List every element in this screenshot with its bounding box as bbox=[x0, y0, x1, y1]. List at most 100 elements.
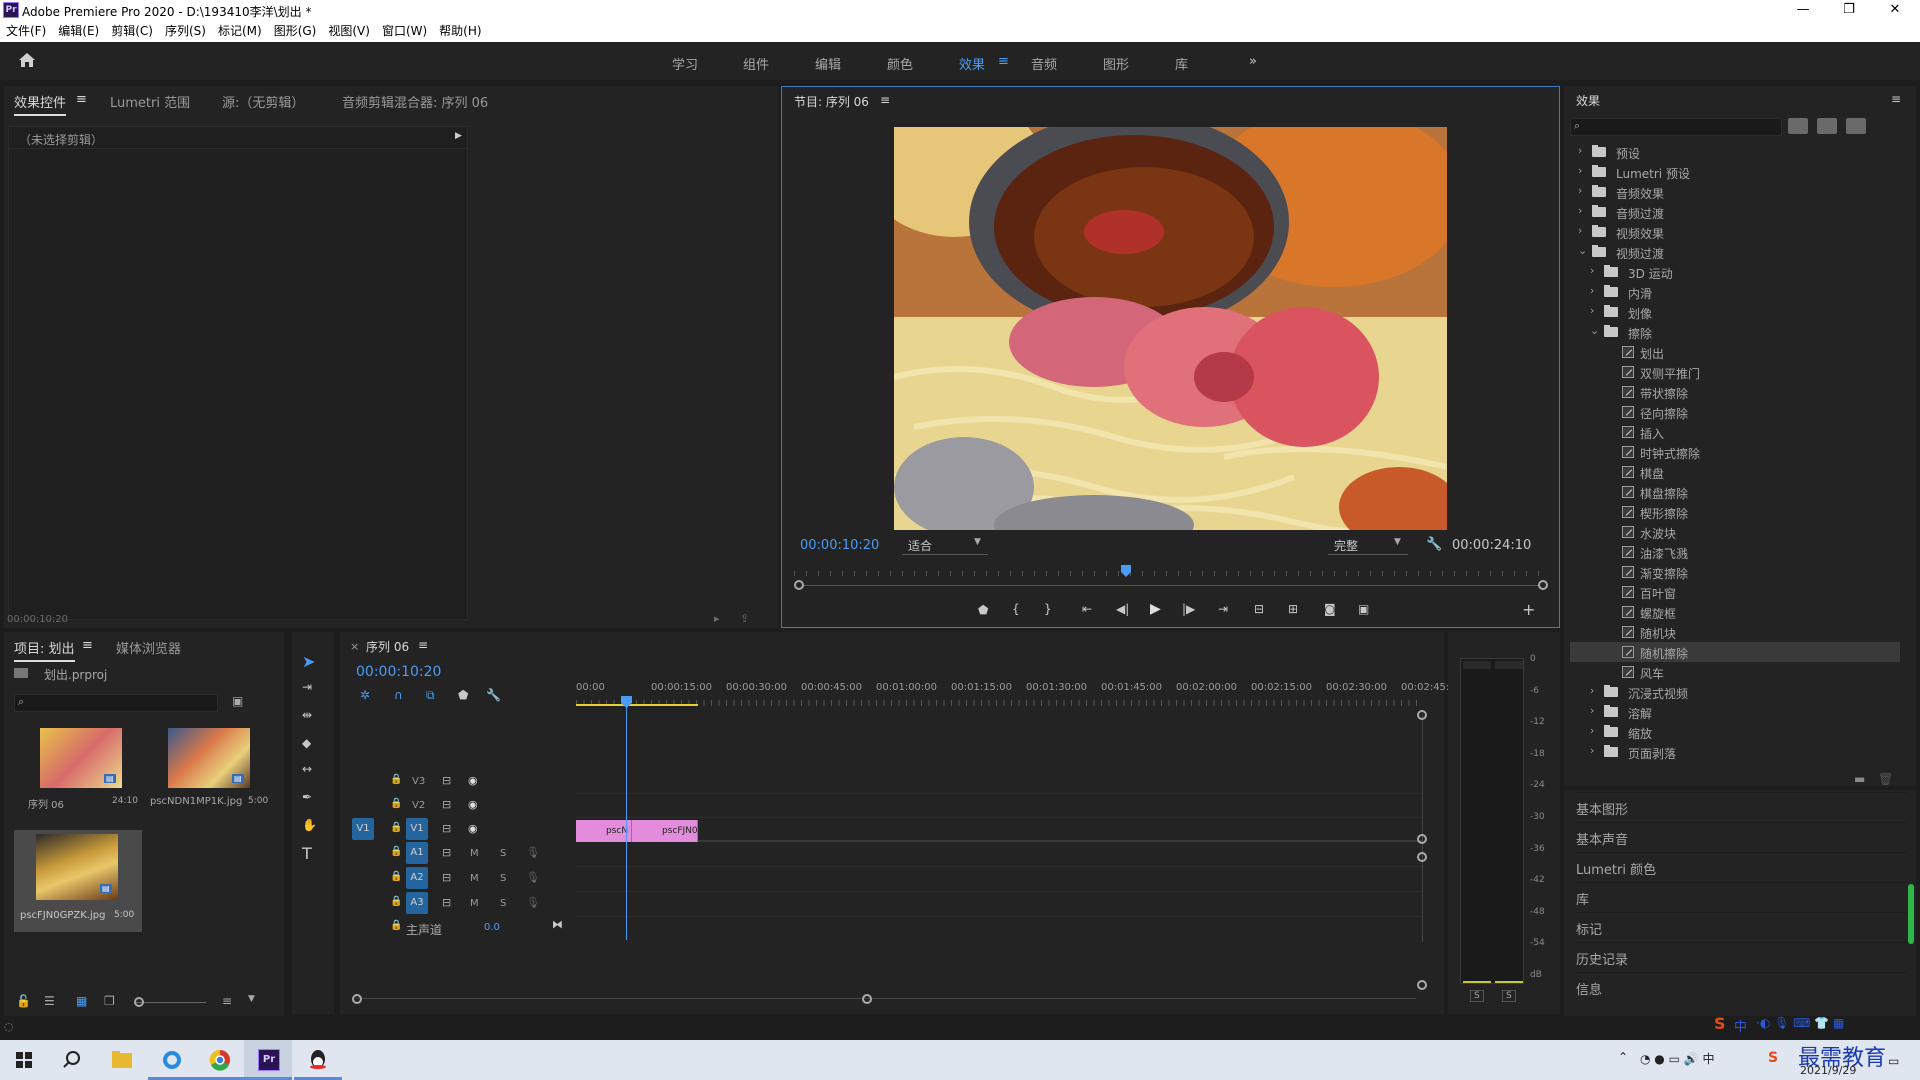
effect-item[interactable]: 带状擦除 bbox=[1570, 382, 1900, 402]
vertical-scrollbar[interactable] bbox=[1422, 714, 1423, 942]
timeline-menu-icon[interactable]: ≡ bbox=[418, 638, 428, 652]
button-editor-plus-icon[interactable]: + bbox=[1522, 600, 1535, 619]
32bit-effects-icon[interactable] bbox=[1817, 118, 1837, 134]
clip-2[interactable]: pscFJN0 bbox=[632, 820, 698, 842]
effect-folder[interactable]: › 3D 运动 bbox=[1570, 262, 1900, 282]
go-to-end-icon[interactable]: ⧓ bbox=[552, 918, 563, 931]
track-v2-label[interactable]: V2 bbox=[412, 800, 425, 811]
add-marker-icon[interactable]: ⬟ bbox=[978, 603, 988, 617]
mute-button[interactable]: M bbox=[470, 848, 479, 859]
chevron-down-icon[interactable]: ▼ bbox=[248, 994, 255, 1004]
menu-sequence[interactable]: 序列(S) bbox=[159, 20, 212, 42]
scroll-handle[interactable] bbox=[1417, 852, 1427, 862]
microphone-icon[interactable]: 🎙 bbox=[526, 871, 540, 884]
ime-tools-icon[interactable]: ·◐ 🎙 ⌨ 👕 ▦ bbox=[1756, 1016, 1844, 1030]
effect-item[interactable]: 水波块 bbox=[1570, 522, 1900, 542]
workspace-learn[interactable]: 学习 bbox=[672, 54, 698, 73]
export-icon[interactable]: ⇪ bbox=[740, 612, 749, 625]
chevron-right-icon[interactable]: › bbox=[1590, 684, 1594, 697]
zoom-handle-left[interactable] bbox=[352, 994, 362, 1004]
filter-icon[interactable]: ▸ bbox=[714, 612, 720, 625]
track-a2-label[interactable]: A2 bbox=[406, 867, 428, 889]
effect-item[interactable]: 时钟式擦除 bbox=[1570, 442, 1900, 462]
freeform-view-icon[interactable]: ❐ bbox=[104, 994, 115, 1008]
chevron-right-icon[interactable]: › bbox=[1578, 224, 1582, 237]
effect-folder[interactable]: › 预设 bbox=[1570, 142, 1900, 162]
tab-media-browser[interactable]: 媒体浏览器 bbox=[116, 638, 181, 657]
mute-button[interactable]: M bbox=[470, 898, 479, 909]
expand-triangle-icon[interactable]: ▶ bbox=[455, 131, 462, 141]
step-back-icon[interactable]: ◀| bbox=[1116, 602, 1129, 616]
ie-browser-icon[interactable] bbox=[148, 1040, 196, 1080]
menu-help[interactable]: 帮助(H) bbox=[433, 20, 487, 42]
sync-lock-icon[interactable]: ⊟ bbox=[442, 798, 451, 811]
timeline-playhead[interactable] bbox=[621, 696, 632, 708]
workspace-assembly[interactable]: 组件 bbox=[743, 54, 769, 73]
chrome-icon[interactable] bbox=[196, 1040, 244, 1080]
effect-folder[interactable]: › 内滑 bbox=[1570, 282, 1900, 302]
effect-item[interactable]: 随机块 bbox=[1570, 622, 1900, 642]
panel-markers[interactable]: 标记 bbox=[1576, 912, 1906, 940]
new-search-bin-icon[interactable]: ▣ bbox=[232, 694, 243, 708]
effects-search-input[interactable]: ⌕ bbox=[1570, 118, 1782, 136]
icon-view-icon[interactable]: ▦ bbox=[76, 994, 87, 1008]
solo-button[interactable]: S bbox=[500, 898, 506, 909]
effect-item[interactable]: 随机擦除 bbox=[1570, 642, 1900, 662]
chevron-right-icon[interactable]: › bbox=[1590, 264, 1594, 277]
horizontal-scrollbar[interactable] bbox=[356, 998, 1416, 999]
minimize-button[interactable]: — bbox=[1780, 0, 1826, 20]
tray-expand-icon[interactable]: ⌃ bbox=[1618, 1050, 1628, 1064]
effect-folder[interactable]: › 视频效果 bbox=[1570, 222, 1900, 242]
workspace-editing[interactable]: 编辑 bbox=[815, 54, 841, 73]
maximize-button[interactable]: ❐ bbox=[1826, 0, 1872, 20]
solo-button[interactable]: S bbox=[500, 873, 506, 884]
solo-left-button[interactable]: S bbox=[1470, 990, 1484, 1002]
close-button[interactable]: ✕ bbox=[1872, 0, 1918, 20]
zoom-slider-handle[interactable] bbox=[134, 997, 144, 1007]
effect-folder[interactable]: › 页面剥落 bbox=[1570, 742, 1900, 762]
effect-item[interactable]: 划出 bbox=[1570, 342, 1900, 362]
type-tool-icon[interactable]: T bbox=[302, 844, 312, 863]
windows-start-icon[interactable] bbox=[0, 1040, 48, 1080]
lock-icon[interactable]: 🔒 bbox=[390, 798, 402, 809]
sync-lock-icon[interactable]: ⊟ bbox=[442, 896, 451, 909]
selection-tool-icon[interactable]: ➤ bbox=[302, 652, 315, 671]
mark-in-icon[interactable]: { bbox=[1012, 602, 1020, 616]
chevron-right-icon[interactable]: › bbox=[1590, 704, 1594, 717]
effect-item[interactable]: 渐变擦除 bbox=[1570, 562, 1900, 582]
project-item-image-2[interactable]: ▤ pscFJN0GPZK.jpg 5:00 bbox=[14, 830, 142, 932]
solo-right-button[interactable]: S bbox=[1502, 990, 1516, 1002]
menu-edit[interactable]: 编辑(E) bbox=[52, 20, 105, 42]
panel-history[interactable]: 历史记录 bbox=[1576, 942, 1906, 970]
time-ruler[interactable]: 00:00 00:00:15:00 00:00:30:00 00:00:45:00 00… bbox=[576, 676, 1449, 712]
program-playhead-timecode[interactable]: 00:00:10:20 bbox=[800, 538, 879, 553]
effect-folder[interactable]: ⌄ 擦除 bbox=[1570, 322, 1900, 342]
eye-icon[interactable]: ◉ bbox=[468, 774, 478, 787]
effect-folder[interactable]: › 音频过渡 bbox=[1570, 202, 1900, 222]
delete-icon[interactable]: 🗑 bbox=[1878, 772, 1893, 786]
workspace-audio[interactable]: 音频 bbox=[1031, 54, 1057, 73]
file-explorer-icon[interactable] bbox=[98, 1040, 146, 1080]
effect-item[interactable]: 径向擦除 bbox=[1570, 402, 1900, 422]
home-icon[interactable] bbox=[18, 52, 36, 68]
effect-folder[interactable]: › 缩放 bbox=[1570, 722, 1900, 742]
sort-icon[interactable]: ≡ bbox=[222, 994, 232, 1008]
effects-menu-icon[interactable]: ≡ bbox=[1891, 92, 1901, 106]
work-area-bar[interactable] bbox=[576, 704, 698, 706]
menu-graphics[interactable]: 图形(G) bbox=[268, 20, 323, 42]
hand-tool-icon[interactable]: ✋ bbox=[302, 818, 317, 832]
chevron-down-icon[interactable]: ⌄ bbox=[1578, 244, 1587, 257]
nest-icon[interactable]: ✲ bbox=[360, 688, 370, 702]
effect-item[interactable]: 插入 bbox=[1570, 422, 1900, 442]
effect-folder[interactable]: › Lumetri 预设 bbox=[1570, 162, 1900, 182]
eye-icon[interactable]: ◉ bbox=[468, 822, 478, 835]
project-menu-icon[interactable]: ≡ bbox=[82, 638, 93, 653]
workspace-more-button[interactable]: » bbox=[1249, 54, 1257, 69]
new-bin-icon[interactable]: ▬ bbox=[1854, 772, 1865, 786]
scroll-handle[interactable] bbox=[1417, 834, 1427, 844]
mark-out-icon[interactable]: } bbox=[1044, 602, 1052, 616]
go-to-out-icon[interactable]: ⇥ bbox=[1218, 602, 1228, 616]
ime-mode[interactable]: 中 bbox=[1734, 1016, 1747, 1035]
zoom-handle-right[interactable] bbox=[1538, 580, 1548, 590]
workspace-graphics[interactable]: 图形 bbox=[1103, 54, 1129, 73]
